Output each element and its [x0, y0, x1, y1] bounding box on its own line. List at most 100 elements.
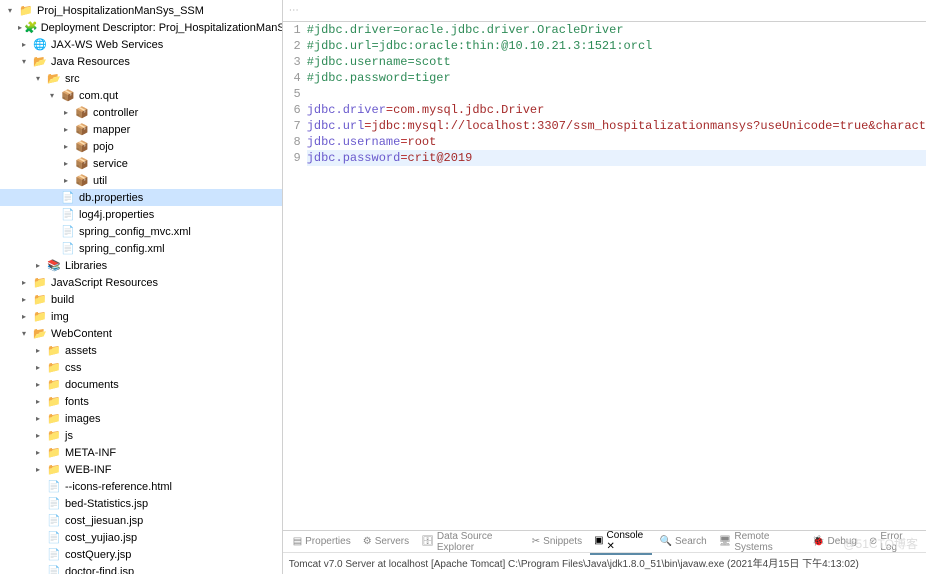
line-number: 7 [283, 118, 301, 134]
tree-item[interactable]: ▸📁img [0, 308, 282, 325]
line-number-gutter: 123456789 [283, 22, 307, 530]
tree-item[interactable]: ▸🧩Deployment Descriptor: Proj_Hospitaliz… [0, 19, 282, 36]
tree-item[interactable]: ▾📁Proj_HospitalizationManSys_SSM [0, 2, 282, 19]
code-line[interactable]: jdbc.password=crit@2019 [307, 150, 926, 166]
bottom-tab-remote-systems[interactable]: 🖥Remote Systems [715, 530, 804, 554]
code-line[interactable]: #jdbc.driver=oracle.jdbc.driver.OracleDr… [307, 22, 926, 38]
chevron-right-icon[interactable]: ▸ [32, 260, 44, 272]
tree-item[interactable]: ▾📂WebContent [0, 325, 282, 342]
chevron-down-icon[interactable]: ▾ [46, 90, 58, 102]
tree-item[interactable]: 📄doctor-find.jsp [0, 563, 282, 574]
tree-item[interactable]: ▸📁fonts [0, 393, 282, 410]
bottom-tab-debug[interactable]: 🐞Debug [808, 535, 861, 548]
tree-item[interactable]: 📄log4j.properties [0, 206, 282, 223]
chevron-down-icon[interactable]: ▾ [32, 73, 44, 85]
chevron-right-icon[interactable]: ▸ [32, 447, 44, 459]
editor-tab-strip[interactable]: ⋯ [283, 0, 926, 22]
tree-item-label: log4j.properties [79, 209, 154, 221]
console-icon: ▣ [594, 535, 603, 546]
editor-tab-ghost: ⋯ [289, 5, 299, 16]
tree-item[interactable]: 📄costQuery.jsp [0, 546, 282, 563]
bottom-tab-snippets[interactable]: ✂Snippets [528, 535, 586, 548]
chevron-right-icon[interactable]: ▸ [60, 158, 72, 170]
project-tree[interactable]: ▾📁Proj_HospitalizationManSys_SSM▸🧩Deploy… [0, 0, 282, 574]
tree-item[interactable]: ▸📦mapper [0, 121, 282, 138]
tree-item[interactable]: ▸📦util [0, 172, 282, 189]
xml-icon: 📄 [60, 241, 76, 257]
chevron-right-icon[interactable]: ▸ [60, 175, 72, 187]
tree-item[interactable]: 📄spring_config_mvc.xml [0, 223, 282, 240]
chevron-right-icon[interactable]: ▸ [18, 277, 30, 289]
tree-item-label: db.properties [79, 192, 143, 204]
chevron-right-icon[interactable]: ▸ [18, 39, 30, 51]
chevron-right-icon[interactable]: ▸ [60, 124, 72, 136]
tree-item[interactable]: ▸📦pojo [0, 138, 282, 155]
tree-item[interactable]: ▾📂Java Resources [0, 53, 282, 70]
tree-item[interactable]: ▸📁js [0, 427, 282, 444]
tree-item[interactable]: ▸📁META-INF [0, 444, 282, 461]
bottom-tab-label: Data Source Explorer [437, 531, 520, 553]
bottom-tab-servers[interactable]: ⚙Servers [359, 535, 413, 548]
tree-item[interactable]: 📄db.properties [0, 189, 282, 206]
tree-item[interactable]: ▸📁documents [0, 376, 282, 393]
tree-item[interactable]: ▸📚Libraries [0, 257, 282, 274]
tree-item[interactable]: ▸📦controller [0, 104, 282, 121]
chevron-right-icon[interactable]: ▸ [32, 464, 44, 476]
tree-item[interactable]: ▸📁css [0, 359, 282, 376]
tree-item[interactable]: ▸📦service [0, 155, 282, 172]
code-line[interactable] [307, 86, 926, 102]
chevron-right-icon[interactable]: ▸ [18, 294, 30, 306]
tree-item[interactable]: 📄--icons-reference.html [0, 478, 282, 495]
chevron-right-icon[interactable]: ▸ [18, 22, 22, 34]
chevron-right-icon[interactable]: ▸ [32, 396, 44, 408]
code-content[interactable]: #jdbc.driver=oracle.jdbc.driver.OracleDr… [307, 22, 926, 530]
tree-item-label: JAX-WS Web Services [51, 39, 163, 51]
project-explorer[interactable]: ▾📁Proj_HospitalizationManSys_SSM▸🧩Deploy… [0, 0, 283, 574]
project-icon: 📁 [18, 3, 34, 19]
code-line[interactable]: jdbc.url=jdbc:mysql://localhost:3307/ssm… [307, 118, 926, 134]
chevron-right-icon[interactable]: ▸ [32, 413, 44, 425]
chevron-down-icon[interactable]: ▾ [18, 56, 30, 68]
tree-item[interactable]: 📄spring_config.xml [0, 240, 282, 257]
tree-item[interactable]: ▾📂src [0, 70, 282, 87]
bottom-tab-error-log[interactable]: ⊘Error Log [865, 530, 920, 554]
chevron-down-icon[interactable]: ▾ [4, 5, 16, 17]
chevron-right-icon[interactable]: ▸ [32, 379, 44, 391]
folder-icon: 📁 [46, 462, 62, 478]
chevron-right-icon[interactable]: ▸ [60, 141, 72, 153]
deploy-icon: 🧩 [24, 20, 38, 36]
tree-item[interactable]: ▸📁build [0, 291, 282, 308]
code-line[interactable]: #jdbc.url=jdbc:oracle:thin:@10.10.21.3:1… [307, 38, 926, 54]
chevron-right-icon[interactable]: ▸ [32, 362, 44, 374]
tree-item-label: img [51, 311, 69, 323]
tree-item[interactable]: ▸📁images [0, 410, 282, 427]
tree-item[interactable]: 📄cost_yujiao.jsp [0, 529, 282, 546]
chevron-down-icon[interactable]: ▾ [18, 328, 30, 340]
code-line[interactable]: #jdbc.username=scott [307, 54, 926, 70]
chevron-right-icon[interactable]: ▸ [32, 345, 44, 357]
bottom-tab-search[interactable]: 🔍Search [656, 535, 711, 548]
tree-item-label: spring_config.xml [79, 243, 165, 255]
chevron-right-icon[interactable]: ▸ [18, 311, 30, 323]
line-number: 5 [283, 86, 301, 102]
chevron-right-icon[interactable]: ▸ [60, 107, 72, 119]
bottom-tab-properties[interactable]: ▤Properties [289, 535, 355, 548]
tree-item[interactable]: ▸📁WEB-INF [0, 461, 282, 478]
tree-item[interactable]: ▸🌐JAX-WS Web Services [0, 36, 282, 53]
tree-item-label: controller [93, 107, 138, 119]
tree-item[interactable]: 📄bed-Statistics.jsp [0, 495, 282, 512]
chevron-right-icon[interactable]: ▸ [32, 430, 44, 442]
tree-item[interactable]: ▾📦com.qut [0, 87, 282, 104]
code-editor[interactable]: 123456789 #jdbc.driver=oracle.jdbc.drive… [283, 22, 926, 530]
bottom-tab-console[interactable]: ▣Console ✕ [590, 529, 651, 555]
code-line[interactable]: jdbc.username=root [307, 134, 926, 150]
bottom-tab-data-source-explorer[interactable]: 🗄Data Source Explorer [417, 530, 524, 554]
bottom-tab-strip[interactable]: ▤Properties ⚙Servers 🗄Data Source Explorer… [283, 531, 926, 553]
tree-item[interactable]: ▸📁JavaScript Resources [0, 274, 282, 291]
code-line[interactable]: jdbc.driver=com.mysql.jdbc.Driver [307, 102, 926, 118]
tree-item[interactable]: ▸📁assets [0, 342, 282, 359]
tree-item-label: assets [65, 345, 97, 357]
tree-item[interactable]: 📄cost_jiesuan.jsp [0, 512, 282, 529]
tree-item-label: com.qut [79, 90, 118, 102]
code-line[interactable]: #jdbc.password=tiger [307, 70, 926, 86]
